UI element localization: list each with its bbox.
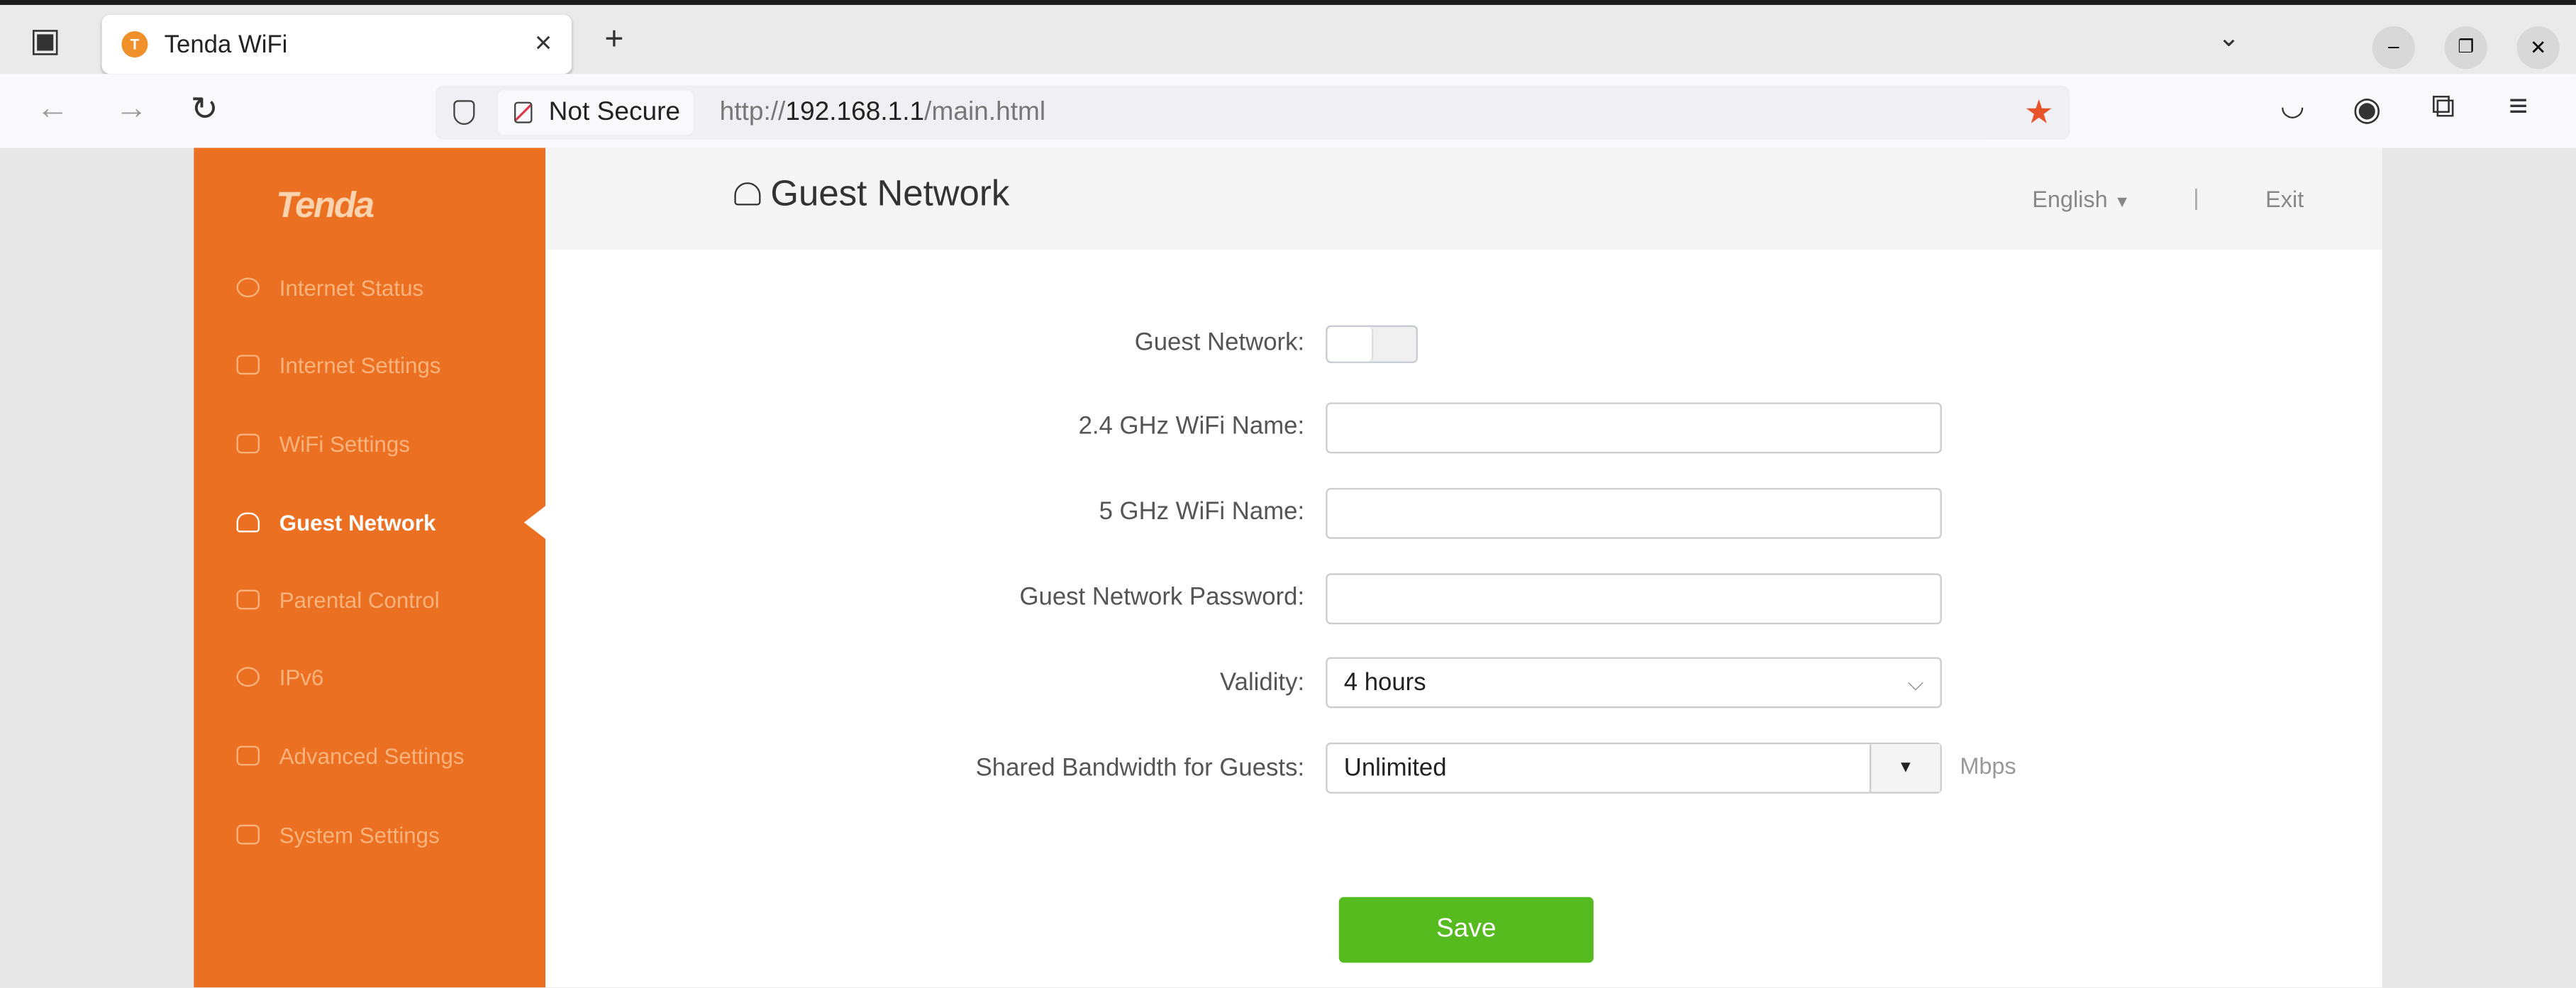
ipv6-icon [236,667,260,687]
page-title: Guest Network [734,172,1009,215]
sidebar-item-label: WiFi Settings [279,431,410,456]
wifi24-label: 2.4 GHz WiFi Name: [1078,412,1305,440]
grid-icon [236,745,260,766]
page-header: Guest Network English ▼ | Exit [545,148,2382,250]
bandwidth-dropdown-button[interactable]: ▼ [1869,744,1941,792]
pocket-icon[interactable]: ◡ [2280,90,2304,123]
language-label: English [2032,185,2108,212]
sidebar-item-label: Advanced Settings [279,743,465,768]
security-label: Not Secure [548,97,681,126]
url-prefix: http:// [719,97,786,126]
close-tab-icon[interactable]: × [535,26,552,61]
system-icon [236,824,260,845]
url-path: /main.html [924,97,1046,126]
chevron-down-icon[interactable]: ⌄ [2218,21,2240,54]
sidebar-item-label: Internet Settings [279,352,441,377]
tenda-logo: Tenda [276,184,374,226]
guest-network-toggle[interactable] [1326,325,1418,363]
language-select[interactable]: English ▼ [2032,186,2130,212]
sidebar-item-parental-control[interactable]: Parental Control [236,583,440,616]
sidebar-item-internet-status[interactable]: Internet Status [236,271,424,304]
save-button[interactable]: Save [1338,897,1594,963]
sidebar-item-label: Guest Network [279,510,436,535]
validity-value: 4 hours [1343,668,1426,697]
close-window-icon[interactable]: ✕ [2516,26,2560,70]
tenda-favicon-icon: T [121,31,148,58]
reload-icon[interactable]: ↻ [191,89,218,130]
address-bar[interactable]: Not Secure http://192.168.1.1/main.html … [435,85,2070,140]
bandwidth-value: Unlimited [1343,754,1447,782]
validity-label: Validity: [1220,668,1305,697]
chevron-down-icon: ⌵ [1907,670,1924,695]
wifi5-name-input[interactable] [1326,487,1942,539]
wifi24-name-input[interactable] [1326,402,1942,454]
sidebar-item-guest-network[interactable]: Guest Network [236,506,436,538]
tab-title: Tenda WiFi [164,31,288,60]
url-text[interactable]: http://192.168.1.1/main.html [720,98,1045,128]
shield-icon[interactable] [453,100,475,126]
bandwidth-label: Shared Bandwidth for Guests: [975,754,1305,782]
extensions-icon[interactable]: ⧉ [2431,89,2455,126]
sidebar-item-wifi-settings[interactable]: WiFi Settings [236,427,410,460]
wifi5-label: 5 GHz WiFi Name: [1099,497,1305,526]
restore-icon[interactable]: ❐ [2444,26,2487,70]
new-tab-icon[interactable]: + [604,21,623,59]
caret-down-icon: ▼ [1897,759,1914,777]
wifi-settings-icon [236,433,260,454]
header-separator: | [2193,184,2199,211]
main-content: Guest Network English ▼ | Exit Guest Net… [545,148,2382,988]
sidebar-item-label: Parental Control [279,587,440,612]
guest-network-icon [734,182,761,206]
caret-down-icon: ▼ [2114,194,2131,212]
guest-password-input[interactable] [1326,573,1942,625]
sidebar-item-system-settings[interactable]: System Settings [236,818,440,851]
minimize-icon[interactable]: – [2372,26,2415,70]
sidebar-item-internet-settings[interactable]: Internet Settings [236,348,441,381]
forward-icon[interactable]: → [115,90,148,128]
browser-tab-bar: ▣ T Tenda WiFi × + ⌄ – ❐ ✕ [0,0,2576,74]
sidebar-item-ipv6[interactable]: IPv6 [236,660,324,693]
internet-settings-icon [236,355,260,375]
url-host: 192.168.1.1 [785,97,925,126]
parental-icon [236,589,260,610]
menu-icon[interactable]: ≡ [2509,89,2528,126]
security-indicator[interactable]: Not Secure [497,90,694,135]
exit-link[interactable]: Exit [2265,186,2304,212]
bandwidth-unit: Mbps [1960,752,2016,779]
globe-icon [236,277,260,298]
sidebar-item-label: IPv6 [279,664,324,689]
active-item-caret [523,506,546,539]
back-icon[interactable]: ← [36,90,69,128]
bandwidth-combo[interactable]: Unlimited ▼ [1326,742,1942,794]
sidebar: Tenda Internet Status Internet Settings … [194,148,546,988]
insecure-lock-icon [514,101,533,123]
validity-select[interactable]: 4 hours ⌵ [1326,657,1942,709]
sidebar-item-label: System Settings [279,822,440,848]
browser-tab[interactable]: T Tenda WiFi × [101,14,572,74]
guest-icon [236,512,260,533]
page-title-text: Guest Network [770,172,1010,214]
tab-overview-icon[interactable]: ▣ [30,20,61,61]
password-label: Guest Network Password: [1019,583,1305,611]
sidebar-item-advanced-settings[interactable]: Advanced Settings [236,739,465,772]
bookmark-star-icon[interactable]: ★ [2024,92,2054,133]
sidebar-item-label: Internet Status [279,274,424,300]
account-icon[interactable]: ◉ [2353,89,2381,130]
guest-network-label: Guest Network: [1134,328,1305,357]
toggle-knob [1327,326,1374,362]
